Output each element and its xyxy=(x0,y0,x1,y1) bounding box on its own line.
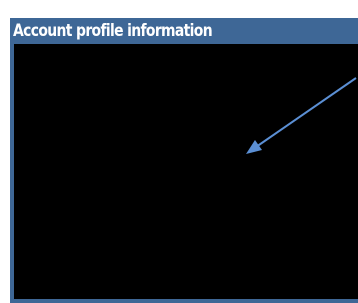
profile-content-area xyxy=(14,44,358,299)
screenshot-frame: Account profile information xyxy=(0,0,358,303)
panel-title: Account profile information xyxy=(13,21,213,41)
account-profile-panel: Account profile information xyxy=(10,18,358,303)
